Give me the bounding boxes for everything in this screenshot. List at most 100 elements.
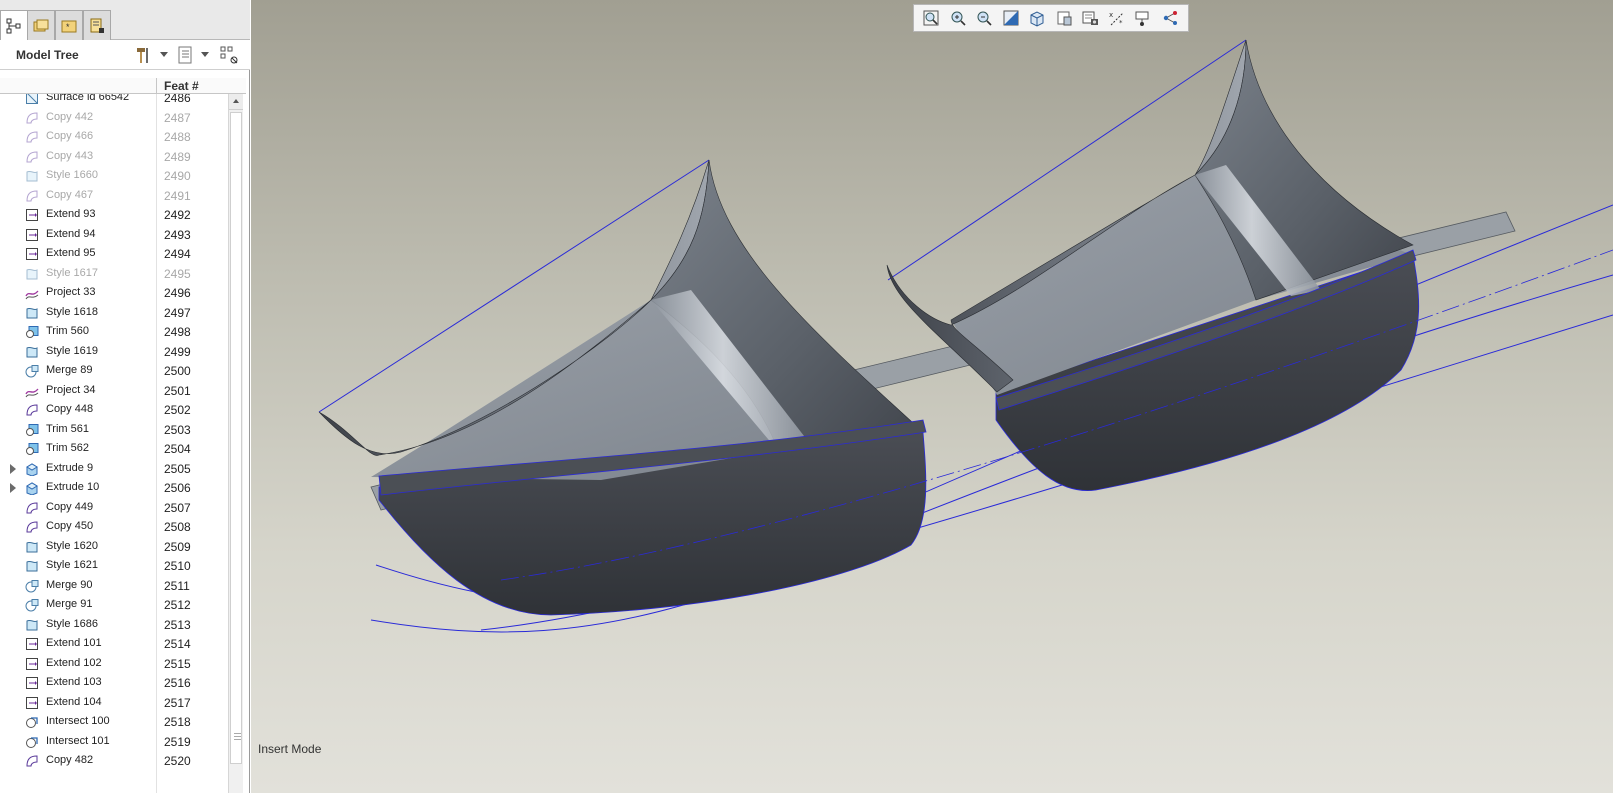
navigator-tabs: * [0,0,250,41]
tree-row[interactable]: Style 1617 2495 [0,264,228,284]
feature-name: Trim 562 [46,442,89,454]
tree-row[interactable]: Extend 93 2492 [0,205,228,225]
tree-row[interactable]: Extend 94 2493 [0,225,228,245]
feature-number: 2508 [164,520,191,534]
hammer-icon [137,48,148,63]
tree-row[interactable]: Extrude 9 2505 [0,459,228,479]
copy-feature-icon [25,520,39,534]
tree-row[interactable]: Style 1619 2499 [0,342,228,362]
tab-layers[interactable] [83,10,111,40]
view-manager-icon [1082,11,1098,25]
tree-row[interactable]: Merge 89 2500 [0,361,228,381]
feature-number: 2498 [164,325,191,339]
trim-feature-icon [25,442,39,456]
graphics-window[interactable]: x * Insert Mode [251,0,1613,793]
tree-row[interactable]: Copy 443 2489 [0,147,228,167]
tree-row[interactable]: Copy 467 2491 [0,186,228,206]
tab-folder-browser[interactable] [27,10,55,40]
display-style-button[interactable] [1051,6,1077,30]
model-tree-header: Model Tree [0,40,250,70]
tree-row[interactable]: Extend 102 2515 [0,654,228,674]
repaint-icon [1003,10,1018,26]
settings-button[interactable] [132,44,154,66]
feature-number: 2514 [164,637,191,651]
tree-row[interactable]: Copy 442 2487 [0,108,228,128]
saved-views-button[interactable] [1024,6,1050,30]
tree-row[interactable]: Intersect 100 2518 [0,712,228,732]
feature-number: 2518 [164,715,191,729]
tree-row[interactable]: Trim 562 2504 [0,439,228,459]
tree-row[interactable]: Copy 450 2508 [0,517,228,537]
tree-row[interactable]: Merge 91 2512 [0,595,228,615]
style-feature-icon [25,169,39,183]
tree-row[interactable]: Style 1621 2510 [0,556,228,576]
model-graphics[interactable] [251,0,1613,793]
spin-center-button[interactable] [1157,6,1183,30]
expand-arrow-icon[interactable] [10,463,16,474]
layer-notes-icon [90,18,104,33]
feature-number: 2499 [164,344,191,359]
zoom-out-button[interactable] [971,6,997,30]
feature-name: Merge 90 [46,578,93,591]
tree-row[interactable]: Copy 449 2507 [0,498,228,518]
left-hull-body [318,159,927,616]
tree-row[interactable]: Merge 90 2511 [0,576,228,596]
tree-row[interactable]: Style 1618 2497 [0,303,228,323]
feature-name: Style 1619 [46,344,98,357]
tree-scrollbar[interactable] [228,94,243,793]
feature-number: 2488 [164,130,191,144]
refit-icon [923,10,939,26]
view-manager-button[interactable] [1077,6,1103,30]
scroll-up-arrow-icon[interactable] [229,94,243,110]
tree-row[interactable]: Copy 448 2502 [0,400,228,420]
feature-name: Project 34 [46,383,96,396]
feature-name: Extend 93 [46,208,96,220]
datum-display-button[interactable]: x * [1104,6,1130,30]
chevron-down-icon[interactable] [160,52,168,57]
extend-feature-icon [25,228,39,242]
feature-name: Merge 89 [46,364,93,376]
tree-row[interactable]: Copy 466 2488 [0,127,228,147]
repaint-button[interactable] [998,6,1024,30]
tree-row[interactable]: Trim 561 2503 [0,420,228,440]
tree-row[interactable]: Extend 103 2516 [0,673,228,693]
zoom-in-button[interactable] [945,6,971,30]
scrollbar-thumb[interactable] [230,112,242,764]
tree-row[interactable]: Style 1686 2513 [0,615,228,635]
tree-row[interactable]: Project 34 2501 [0,381,228,401]
expand-arrow-icon[interactable] [10,483,16,493]
feature-number: 2506 [164,481,191,495]
model-tree-panel: * Model Tree Feat # Surface id 66542 248… [0,0,250,793]
refit-button[interactable] [918,6,944,30]
tree-filters-button[interactable] [218,44,240,66]
tree-row[interactable]: Extend 104 2517 [0,693,228,713]
style-feature-icon [25,559,39,573]
tab-model-tree[interactable] [0,10,28,41]
feature-name: Copy 467 [46,188,94,201]
chevron-down-icon[interactable] [201,52,209,57]
merge-feature-icon [25,598,39,612]
tree-row[interactable]: Surface id 66542 2486 [0,94,228,108]
tree-row[interactable]: Project 33 2496 [0,283,228,303]
tree-row[interactable]: Extrude 10 2506 [0,478,228,498]
feat-number-column-header[interactable]: Feat # [164,79,199,93]
style-feature-icon [25,345,39,359]
annotation-display-button[interactable] [1130,6,1156,30]
tree-row[interactable]: Copy 482 2520 [0,751,228,771]
feature-number: 2502 [164,403,191,417]
extend-feature-icon [25,247,39,261]
tree-row[interactable]: Intersect 101 2519 [0,732,228,752]
feature-number: 2509 [164,539,191,554]
show-button[interactable] [174,44,196,66]
feature-name: Extend 101 [46,637,102,649]
tree-row[interactable]: Extend 95 2494 [0,244,228,264]
tree-row[interactable]: Style 1620 2509 [0,537,228,557]
tree-row[interactable]: Style 1660 2490 [0,166,228,186]
feature-number: 2496 [164,286,191,300]
feature-name: Trim 561 [46,422,89,435]
tree-row[interactable]: Extend 101 2514 [0,634,228,654]
feature-name: Extrude 9 [46,461,94,474]
feature-name: Extend 103 [46,676,102,688]
tab-favorites[interactable]: * [55,10,83,40]
tree-row[interactable]: Trim 560 2498 [0,322,228,342]
